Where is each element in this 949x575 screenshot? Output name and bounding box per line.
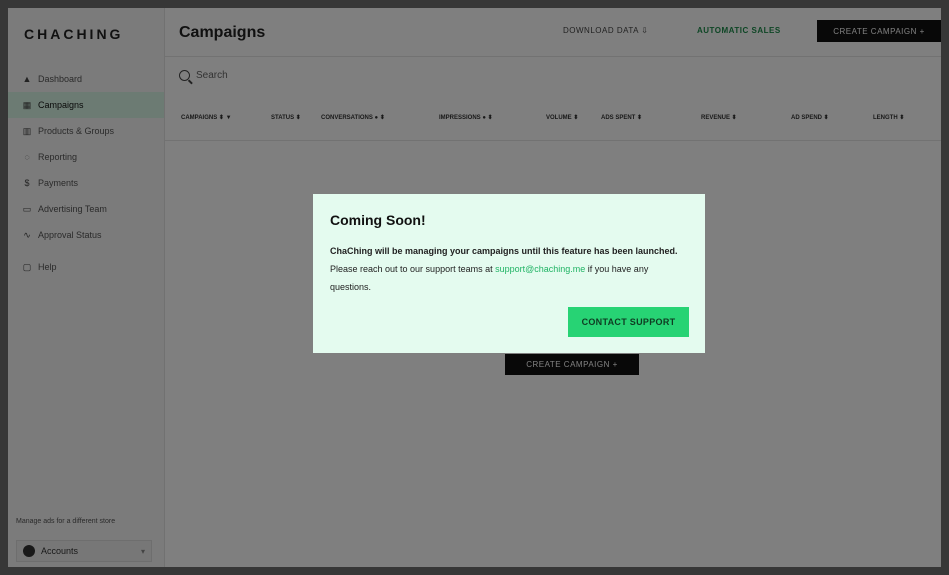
modal-body: ChaChing will be managing your campaigns… [330, 242, 688, 296]
contact-support-button[interactable]: CONTACT SUPPORT [568, 307, 689, 337]
modal-title: Coming Soon! [330, 212, 426, 228]
modal-body-text: Please reach out to our support teams at [330, 264, 496, 274]
modal-body-bold: ChaChing will be managing your campaigns… [330, 246, 678, 256]
coming-soon-modal: Coming Soon! ChaChing will be managing y… [313, 194, 705, 353]
support-email-link[interactable]: support@chaching.me [495, 264, 585, 274]
